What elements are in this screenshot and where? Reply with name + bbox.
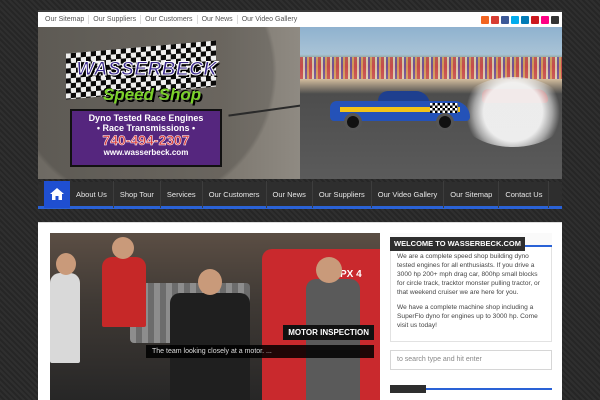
drag-race-car bbox=[330, 89, 470, 131]
top-nav: Our Sitemap Our Suppliers Our Customers … bbox=[41, 15, 301, 24]
logo-phone: 740-494-2307 bbox=[102, 132, 190, 148]
mechanic-head bbox=[198, 269, 222, 295]
slide-title[interactable]: MOTOR INSPECTION bbox=[283, 325, 374, 340]
facebook-icon[interactable] bbox=[501, 15, 509, 24]
next-widget-header bbox=[390, 380, 552, 393]
other-icon[interactable] bbox=[551, 15, 559, 24]
nav-item-sitemap[interactable]: Our Sitemap bbox=[444, 180, 500, 208]
mechanic-head bbox=[316, 257, 342, 283]
site-logo[interactable]: WASSERBECK Speed Shop Dyno Tested Race E… bbox=[56, 40, 238, 167]
nav-item-our-news[interactable]: Our News bbox=[267, 180, 313, 208]
tire-smoke bbox=[458, 77, 562, 147]
search-input[interactable]: to search type and hit enter bbox=[390, 350, 552, 370]
welcome-paragraph-1: We are a complete speed shop building dy… bbox=[397, 253, 540, 296]
nav-item-contact-us[interactable]: Contact Us bbox=[499, 180, 550, 208]
social-icons bbox=[481, 15, 559, 24]
topnav-item-customers[interactable]: Our Customers bbox=[141, 15, 198, 24]
logo-line-engines: Dyno Tested Race Engines bbox=[88, 113, 204, 123]
rss-icon[interactable] bbox=[481, 15, 489, 24]
logo-subtitle: Speed Shop bbox=[102, 85, 202, 104]
mechanic-head bbox=[112, 237, 134, 259]
car-front-wheel bbox=[344, 113, 362, 131]
google-plus-icon[interactable] bbox=[491, 15, 499, 24]
home-button[interactable] bbox=[44, 180, 70, 208]
welcome-widget-title: WELCOME TO WASSERBECK.COM bbox=[390, 237, 525, 251]
welcome-widget-header: WELCOME TO WASSERBECK.COM bbox=[390, 233, 552, 251]
mechanic-head bbox=[56, 253, 76, 275]
car-checker-graphic bbox=[430, 103, 458, 113]
grandstand-crowd bbox=[300, 57, 562, 79]
page-wrapper: Our Sitemap Our Suppliers Our Customers … bbox=[38, 10, 562, 400]
sidebar: WELCOME TO WASSERBECK.COM We are a compl… bbox=[390, 233, 552, 393]
logo-url: www.wasserbeck.com bbox=[103, 148, 189, 157]
topnav-item-video-gallery[interactable]: Our Video Gallery bbox=[238, 15, 302, 24]
mechanic-figure bbox=[102, 257, 146, 327]
nav-item-our-customers[interactable]: Our Customers bbox=[203, 180, 267, 208]
youtube-icon[interactable] bbox=[531, 15, 539, 24]
nav-item-about-us[interactable]: About Us bbox=[70, 180, 114, 208]
mechanic-figure bbox=[50, 273, 80, 363]
nav-item-shop-tour[interactable]: Shop Tour bbox=[114, 180, 161, 208]
site-header: WASSERBECK Speed Shop Dyno Tested Race E… bbox=[38, 27, 562, 179]
car-rear-wheel bbox=[436, 113, 454, 131]
featured-slider[interactable]: PX 4 MOTOR INSPECTION The team looking c… bbox=[50, 233, 380, 400]
twitter-icon[interactable] bbox=[511, 15, 519, 24]
flickr-icon[interactable] bbox=[541, 15, 549, 24]
nav-item-our-suppliers[interactable]: Our Suppliers bbox=[313, 180, 372, 208]
home-icon bbox=[50, 188, 64, 200]
nav-item-video-gallery[interactable]: Our Video Gallery bbox=[372, 180, 445, 208]
logo-title: WASSERBECK bbox=[76, 59, 218, 81]
main-nav: About Us Shop Tour Services Our Customer… bbox=[38, 180, 562, 209]
topnav-item-news[interactable]: Our News bbox=[198, 15, 238, 24]
nav-item-services[interactable]: Services bbox=[161, 180, 203, 208]
top-bar: Our Sitemap Our Suppliers Our Customers … bbox=[38, 10, 562, 27]
content-area: PX 4 MOTOR INSPECTION The team looking c… bbox=[38, 222, 562, 400]
topnav-item-sitemap[interactable]: Our Sitemap bbox=[41, 15, 90, 24]
logo-info-box: Dyno Tested Race Engines • Race Transmis… bbox=[70, 109, 222, 167]
next-widget-title bbox=[390, 385, 426, 393]
welcome-paragraph-2: We have a complete machine shop includin… bbox=[397, 304, 538, 329]
welcome-widget-body: We are a complete speed shop building dy… bbox=[390, 247, 552, 342]
slide-caption: The team looking closely at a motor. ... bbox=[146, 345, 374, 358]
linkedin-icon[interactable] bbox=[521, 15, 529, 24]
topnav-item-suppliers[interactable]: Our Suppliers bbox=[89, 15, 142, 24]
